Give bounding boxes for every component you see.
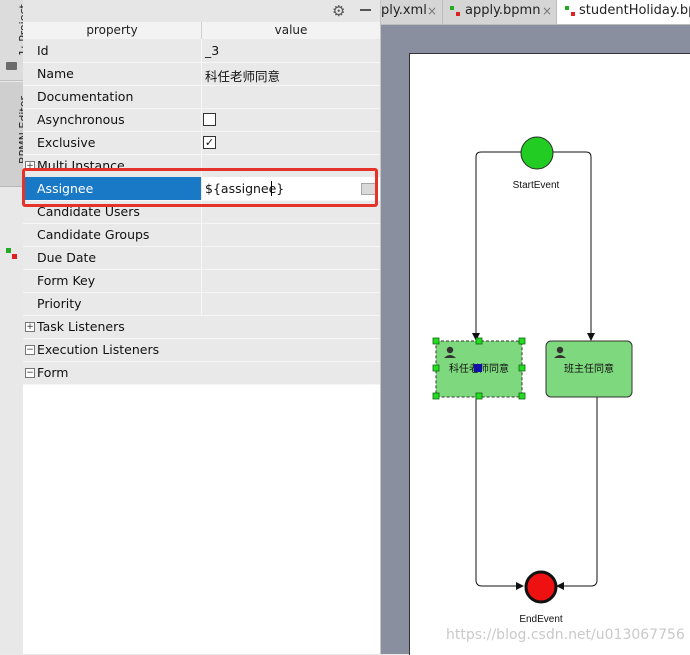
bpmn-file-icon [565,6,575,16]
property-row-priority[interactable]: Priority [23,292,380,316]
property-name: Candidate Groups [37,227,150,242]
assignee-highlight-box [22,168,378,207]
start-event[interactable]: StartEvent [513,136,560,191]
exclusive-checkbox[interactable]: ✓ [203,136,216,149]
value-column-header[interactable]: value [202,23,380,37]
tool-window-strip: 1: Project BPMN Editor [0,0,30,654]
properties-table: Id _3 Name 科任老师同意 Documentation Asynchro… [23,39,380,385]
property-name: Task Listeners [37,319,125,334]
property-row-id[interactable]: Id _3 [23,39,380,63]
property-name: Id [37,43,49,58]
property-row-name[interactable]: Name 科任老师同意 [23,62,380,86]
tab-apply-bpmn[interactable]: apply.bpmn × [442,0,556,24]
close-icon[interactable]: × [542,4,552,18]
property-name: Name [37,66,74,81]
cell-divider [201,39,202,62]
property-column-header[interactable]: property [23,23,201,37]
bpmn-file-icon [450,6,460,16]
panel-toolbar: ⚙ [23,0,380,23]
start-event-circle[interactable] [520,136,554,170]
end-event-label: EndEvent [519,614,563,625]
end-event-circle[interactable] [524,570,558,604]
tab-label: ply.xml [381,3,427,18]
project-tool-tab[interactable]: 1: Project [0,0,30,81]
property-name: Documentation [37,89,134,104]
sequence-flow-task2-to-end[interactable] [556,397,598,590]
cell-divider [201,292,202,315]
bpmn-icon [6,248,17,259]
tab-label: apply.bpmn [465,3,541,18]
properties-panel: ⚙ property value Id _3 Name 科任老师同意 Docum… [23,0,381,654]
folder-icon [6,62,17,70]
close-icon[interactable]: × [427,4,437,18]
editor-tab-bar: ply.xml × apply.bpmn × studentHoliday.bp… [381,0,690,25]
cell-divider [201,223,202,246]
bpmn-diagram[interactable]: StartEvent 科任老师同意 班主任同意 [409,53,690,654]
watermark: https://blog.csdn.net/u013067756 [446,627,685,643]
gear-icon[interactable]: ⚙ [332,2,345,20]
cell-divider [201,269,202,292]
property-name: Form Key [37,273,96,288]
property-value[interactable]: 科任老师同意 [205,66,280,85]
property-row-task-listeners[interactable]: + Task Listeners [23,315,380,339]
property-name: Exclusive [37,135,96,150]
tab-label: studentHoliday.bpr [579,3,690,18]
sequence-flow-task1-to-end[interactable] [475,397,524,590]
asynchronous-checkbox[interactable] [203,113,216,126]
collapse-icon[interactable]: − [25,368,35,378]
property-value[interactable]: _3 [205,43,219,58]
property-row-due-date[interactable]: Due Date [23,246,380,270]
collapse-icon[interactable]: − [25,345,35,355]
end-event[interactable]: EndEvent [519,570,563,625]
property-row-form[interactable]: − Form [23,361,380,385]
center-handle[interactable] [474,364,482,372]
task2-label: 班主任同意 [564,362,614,375]
property-row-execution-listeners[interactable]: − Execution Listeners [23,338,380,362]
properties-table-header: property value [23,22,380,40]
property-name: Due Date [37,250,97,265]
cell-divider [201,62,202,85]
tab-ply-xml[interactable]: ply.xml × [381,0,441,24]
property-name: Priority [37,296,82,311]
property-row-exclusive[interactable]: Exclusive ✓ [23,131,380,155]
user-task-2[interactable]: 班主任同意 [545,340,633,398]
cell-divider [201,246,202,269]
minus-icon[interactable] [360,9,371,11]
property-row-form-key[interactable]: Form Key [23,269,380,293]
property-name: Form [37,365,69,380]
expand-icon[interactable]: + [25,322,35,332]
cell-divider [201,108,202,131]
cell-divider [201,131,202,154]
tab-studentholiday-bpmn[interactable]: studentHoliday.bpr [556,0,690,24]
bpmn-editor-tool-tab[interactable]: BPMN Editor [0,82,30,259]
property-row-documentation[interactable]: Documentation [23,85,380,109]
property-name: Execution Listeners [37,342,160,357]
start-event-label: StartEvent [513,180,560,191]
cell-divider [201,85,202,108]
property-row-asynchronous[interactable]: Asynchronous [23,108,380,132]
property-name: Asynchronous [37,112,125,127]
property-row-candidate-groups[interactable]: Candidate Groups [23,223,380,247]
user-task-1[interactable]: 科任老师同意 [432,337,526,400]
